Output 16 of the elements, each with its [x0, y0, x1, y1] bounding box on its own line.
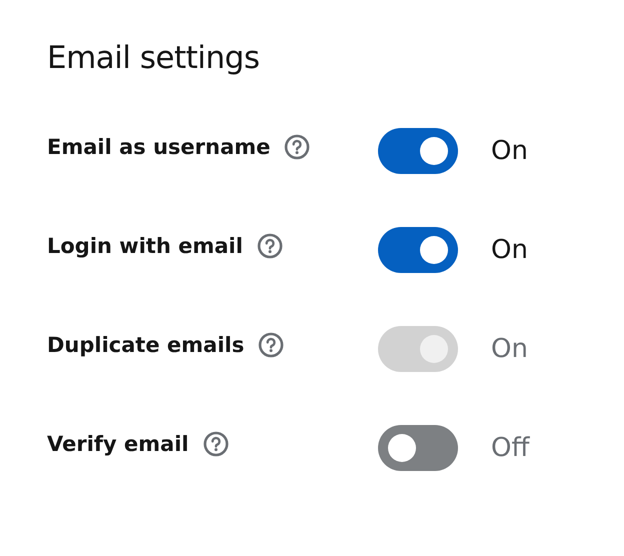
setting-label: Duplicate emails	[47, 333, 244, 357]
toggle-status: Off	[491, 433, 531, 463]
toggle-status: On	[491, 136, 529, 166]
toggle-status: On	[491, 235, 529, 265]
toggle-switch[interactable]	[378, 227, 458, 273]
help-icon[interactable]	[256, 233, 283, 259]
toggle-status: On	[491, 334, 529, 364]
help-icon[interactable]	[202, 431, 229, 457]
setting-label: Email as username	[47, 135, 270, 159]
toggle-switch[interactable]	[378, 425, 458, 471]
section-title: Email settings	[47, 40, 260, 76]
help-icon[interactable]	[284, 134, 310, 160]
help-icon[interactable]	[258, 332, 284, 358]
setting-label: Login with email	[47, 234, 243, 258]
setting-label: Verify email	[47, 432, 189, 456]
toggle-switch[interactable]	[378, 128, 458, 174]
